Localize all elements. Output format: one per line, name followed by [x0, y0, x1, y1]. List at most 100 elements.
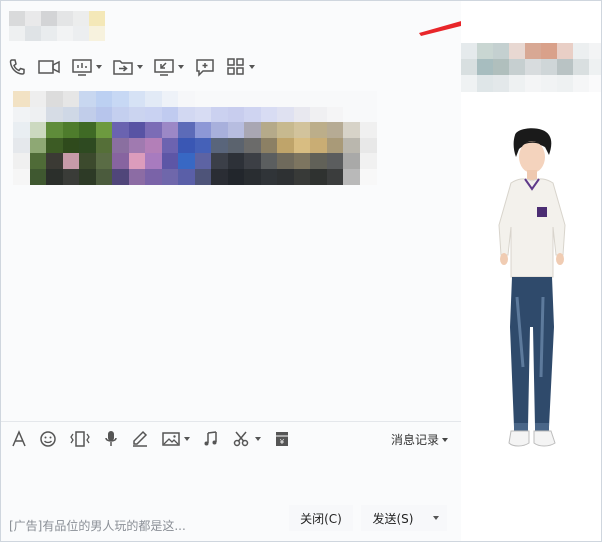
mosaic-cell — [13, 168, 30, 185]
apps-grid-icon[interactable] — [226, 57, 255, 77]
pixelated-message — [13, 91, 378, 185]
mosaic-cell — [541, 59, 558, 76]
mosaic-cell — [46, 91, 63, 107]
mosaic-cell — [343, 137, 360, 154]
mosaic-cell — [46, 168, 63, 185]
mosaic-cell — [112, 153, 129, 169]
mosaic-cell — [509, 75, 526, 92]
mosaic-cell — [293, 137, 311, 154]
mosaic-cell — [244, 137, 261, 154]
chevron-down-icon[interactable] — [96, 65, 102, 69]
add-chat-icon[interactable] — [194, 57, 216, 77]
mosaic-cell — [293, 153, 311, 169]
shake-icon[interactable] — [69, 430, 91, 448]
mosaic-cell — [46, 137, 63, 154]
mosaic-cell — [145, 91, 162, 107]
mosaic-cell — [29, 137, 47, 154]
mosaic-cell — [589, 75, 601, 92]
mosaic-cell — [589, 59, 601, 76]
mosaic-cell — [161, 91, 179, 107]
mosaic-cell — [13, 153, 30, 169]
mosaic-cell — [178, 91, 195, 107]
mosaic-cell — [112, 122, 129, 138]
mosaic-cell — [95, 153, 113, 169]
mosaic-cell — [128, 106, 146, 123]
mosaic-cell — [13, 106, 30, 123]
message-history-button[interactable]: 消息记录 — [391, 431, 449, 448]
chat-window: ¥ 消息记录 [广告]有品位的男人玩的都是这... 关闭(C) 发送(S) — [0, 0, 602, 542]
send-options-button[interactable] — [425, 505, 447, 531]
mosaic-cell — [293, 91, 311, 107]
mosaic-cell — [359, 168, 377, 185]
mosaic-cell — [194, 122, 212, 138]
mosaic-cell — [277, 122, 294, 138]
mosaic-cell — [589, 43, 601, 60]
mosaic-cell — [573, 75, 590, 92]
close-button[interactable]: 关闭(C) — [289, 505, 353, 531]
mosaic-cell — [79, 91, 96, 107]
image-icon[interactable] — [161, 430, 190, 448]
mosaic-cell — [461, 75, 478, 92]
mosaic-cell — [194, 106, 212, 123]
mosaic-cell — [310, 168, 327, 185]
chevron-down-icon[interactable] — [137, 65, 143, 69]
ad-link[interactable]: [广告]有品位的男人玩的都是这... — [9, 517, 186, 534]
mosaic-cell — [79, 106, 96, 123]
mosaic-cell — [161, 137, 179, 154]
mosaic-cell — [178, 153, 195, 169]
mosaic-cell — [359, 106, 377, 123]
mosaic-cell — [145, 106, 162, 123]
mosaic-cell — [359, 91, 377, 107]
mosaic-cell — [145, 153, 162, 169]
mosaic-cell — [493, 43, 510, 60]
scissors-icon[interactable] — [232, 430, 261, 448]
video-camera-icon[interactable] — [37, 57, 61, 77]
mosaic-cell — [326, 122, 344, 138]
chevron-down-icon[interactable] — [178, 65, 184, 69]
send-button[interactable]: 发送(S) — [361, 505, 425, 531]
mosaic-cell — [310, 91, 327, 107]
music-icon[interactable] — [202, 430, 220, 448]
mosaic-cell — [194, 137, 212, 154]
remote-desktop-icon[interactable] — [153, 57, 184, 77]
mosaic-cell — [260, 106, 278, 123]
mosaic-cell — [161, 106, 179, 123]
mosaic-cell — [161, 168, 179, 185]
mosaic-cell — [277, 91, 294, 107]
mosaic-cell — [95, 91, 113, 107]
mosaic-cell — [326, 153, 344, 169]
mosaic-cell — [79, 168, 96, 185]
contact-name-blurred — [9, 11, 105, 41]
mosaic-cell — [211, 91, 228, 107]
mosaic-cell — [461, 43, 478, 60]
red-packet-icon[interactable]: ¥ — [273, 430, 291, 448]
mosaic-cell — [343, 122, 360, 138]
send-file-icon[interactable] — [112, 57, 143, 77]
chevron-down-icon[interactable] — [184, 437, 190, 441]
mosaic-cell — [477, 43, 494, 60]
mosaic-cell — [46, 153, 63, 169]
mosaic-cell — [541, 75, 558, 92]
font-icon[interactable] — [11, 430, 27, 448]
mosaic-cell — [112, 168, 129, 185]
screen-share-icon[interactable] — [71, 57, 102, 77]
mosaic-cell — [293, 106, 311, 123]
contact-side-panel — [461, 1, 601, 541]
chevron-down-icon[interactable] — [255, 437, 261, 441]
mosaic-cell — [13, 122, 30, 138]
chevron-down-icon[interactable] — [249, 65, 255, 69]
mosaic-cell — [112, 91, 129, 107]
mosaic-cell — [145, 168, 162, 185]
microphone-icon[interactable] — [103, 430, 119, 448]
mosaic-cell — [29, 168, 47, 185]
mosaic-cell — [62, 137, 80, 154]
mosaic-cell — [79, 122, 96, 138]
phone-icon[interactable] — [7, 57, 27, 77]
mosaic-cell — [211, 122, 228, 138]
message-history[interactable] — [1, 85, 461, 421]
pen-icon[interactable] — [131, 430, 149, 448]
mosaic-cell — [95, 137, 113, 154]
emoji-icon[interactable] — [39, 430, 57, 448]
mosaic-cell — [310, 153, 327, 169]
mosaic-cell — [260, 91, 278, 107]
